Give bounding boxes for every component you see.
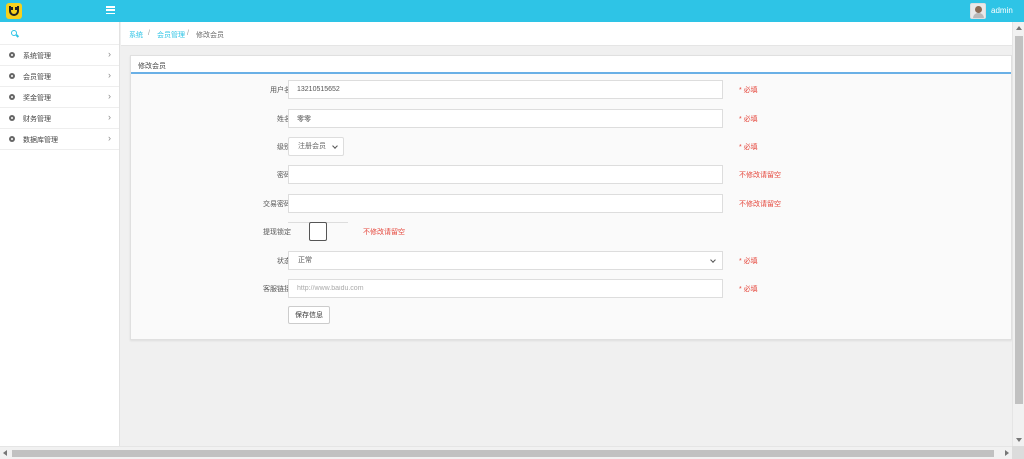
sidebar-item-label: 奖金管理	[23, 95, 51, 102]
service-link-label: 客服链接	[263, 286, 291, 293]
optional-hint: 不修改请留空	[739, 201, 781, 208]
breadcrumb-system[interactable]: 系统	[129, 30, 143, 40]
sidebar-item-finance[interactable]: 财务管理 ›	[0, 108, 119, 129]
chevron-down-icon	[332, 143, 338, 149]
sidebar-search[interactable]	[0, 22, 119, 45]
sidebar-item-label: 数据库管理	[23, 137, 58, 144]
trade-password-input[interactable]	[288, 194, 723, 213]
gear-icon	[9, 115, 15, 121]
required-hint: * 必填	[739, 87, 758, 94]
vertical-scrollbar[interactable]	[1012, 22, 1024, 446]
scroll-up-icon[interactable]	[1016, 26, 1022, 30]
scroll-right-icon[interactable]	[1005, 450, 1009, 456]
required-hint: * 必填	[739, 144, 758, 151]
required-hint: * 必填	[739, 116, 758, 123]
name-row: 姓名 * 必填	[131, 109, 1013, 128]
sidebar: 系统管理 › 会员管理 › 奖金管理 › 财务管理 › 数据库管理 ›	[0, 22, 120, 446]
horizontal-scrollbar[interactable]	[0, 446, 1012, 459]
breadcrumb-separator: /	[187, 30, 189, 37]
scroll-left-icon[interactable]	[3, 450, 7, 456]
service-link-row: 客服链接 * 必填	[131, 279, 1013, 298]
sidebar-item-label: 会员管理	[23, 74, 51, 81]
admin-name[interactable]: admin	[991, 6, 1013, 15]
search-icon[interactable]	[11, 30, 17, 36]
password-row: 密码 不修改请留空	[131, 165, 1013, 184]
menu-toggle-icon[interactable]	[106, 6, 115, 15]
level-select[interactable]: 注册会员	[288, 137, 344, 156]
required-hint: * 必填	[739, 258, 758, 265]
avatar-body	[973, 13, 984, 18]
gear-icon	[9, 136, 15, 142]
optional-hint: 不修改请留空	[739, 172, 781, 179]
sidebar-item-label: 财务管理	[23, 116, 51, 123]
optional-hint: 不修改请留空	[363, 229, 405, 236]
chevron-right-icon: ›	[108, 70, 111, 80]
logo-smile	[9, 6, 19, 16]
breadcrumb-separator: /	[148, 30, 150, 37]
level-row: 级别 注册会员 * 必填	[131, 137, 1013, 156]
scrollbar-corner	[1012, 446, 1024, 459]
chevron-right-icon: ›	[108, 112, 111, 122]
save-button[interactable]: 保存信息	[288, 306, 330, 324]
logo-icon[interactable]	[6, 3, 22, 19]
scroll-down-icon[interactable]	[1016, 438, 1022, 442]
sidebar-item-members[interactable]: 会员管理 ›	[0, 66, 119, 87]
avatar[interactable]	[970, 3, 986, 19]
breadcrumb: 系统 / 会员管理 / 修改会员	[121, 22, 1012, 46]
withdraw-lock-control	[288, 222, 348, 244]
breadcrumb-current: 修改会员	[196, 32, 224, 39]
scroll-thumb[interactable]	[12, 450, 994, 457]
sidebar-item-bonus[interactable]: 奖金管理 ›	[0, 87, 119, 108]
trade-password-label: 交易密码	[263, 201, 291, 208]
username-row: 用户名 * 必填	[131, 80, 1013, 99]
withdraw-lock-label: 提现锁定	[263, 229, 291, 236]
gear-icon	[9, 52, 15, 58]
edit-member-card: 修改会员 用户名 * 必填 姓名 * 必填 级别 注册会员 * 必填 密码 不修…	[130, 55, 1012, 340]
status-row: 状态 正常 * 必填	[131, 251, 1013, 270]
required-hint: * 必填	[739, 286, 758, 293]
chevron-right-icon: ›	[108, 49, 111, 59]
withdraw-lock-checkbox[interactable]	[309, 222, 327, 241]
gear-icon	[9, 73, 15, 79]
password-input[interactable]	[288, 165, 723, 184]
chevron-down-icon	[710, 257, 716, 263]
level-select-value: 注册会员	[298, 143, 326, 150]
chevron-right-icon: ›	[108, 91, 111, 101]
trade-password-row: 交易密码 不修改请留空	[131, 194, 1013, 213]
card-title: 修改会员	[138, 63, 166, 70]
status-select-value: 正常	[298, 257, 312, 264]
top-bar: admin	[0, 0, 1024, 22]
name-input[interactable]	[288, 109, 723, 128]
card-header: 修改会员	[131, 56, 1011, 74]
gear-icon	[9, 94, 15, 100]
status-select[interactable]: 正常	[288, 251, 723, 270]
sidebar-item-system[interactable]: 系统管理 ›	[0, 45, 119, 66]
withdraw-lock-row: 提现锁定 不修改请留空	[131, 222, 1013, 241]
service-link-input[interactable]	[288, 279, 723, 298]
chevron-right-icon: ›	[108, 133, 111, 143]
sidebar-item-label: 系统管理	[23, 53, 51, 60]
username-input[interactable]	[288, 80, 723, 99]
scroll-thumb[interactable]	[1015, 36, 1023, 404]
breadcrumb-members[interactable]: 会员管理	[157, 30, 185, 40]
sidebar-item-database[interactable]: 数据库管理 ›	[0, 129, 119, 150]
avatar-head	[975, 6, 982, 13]
